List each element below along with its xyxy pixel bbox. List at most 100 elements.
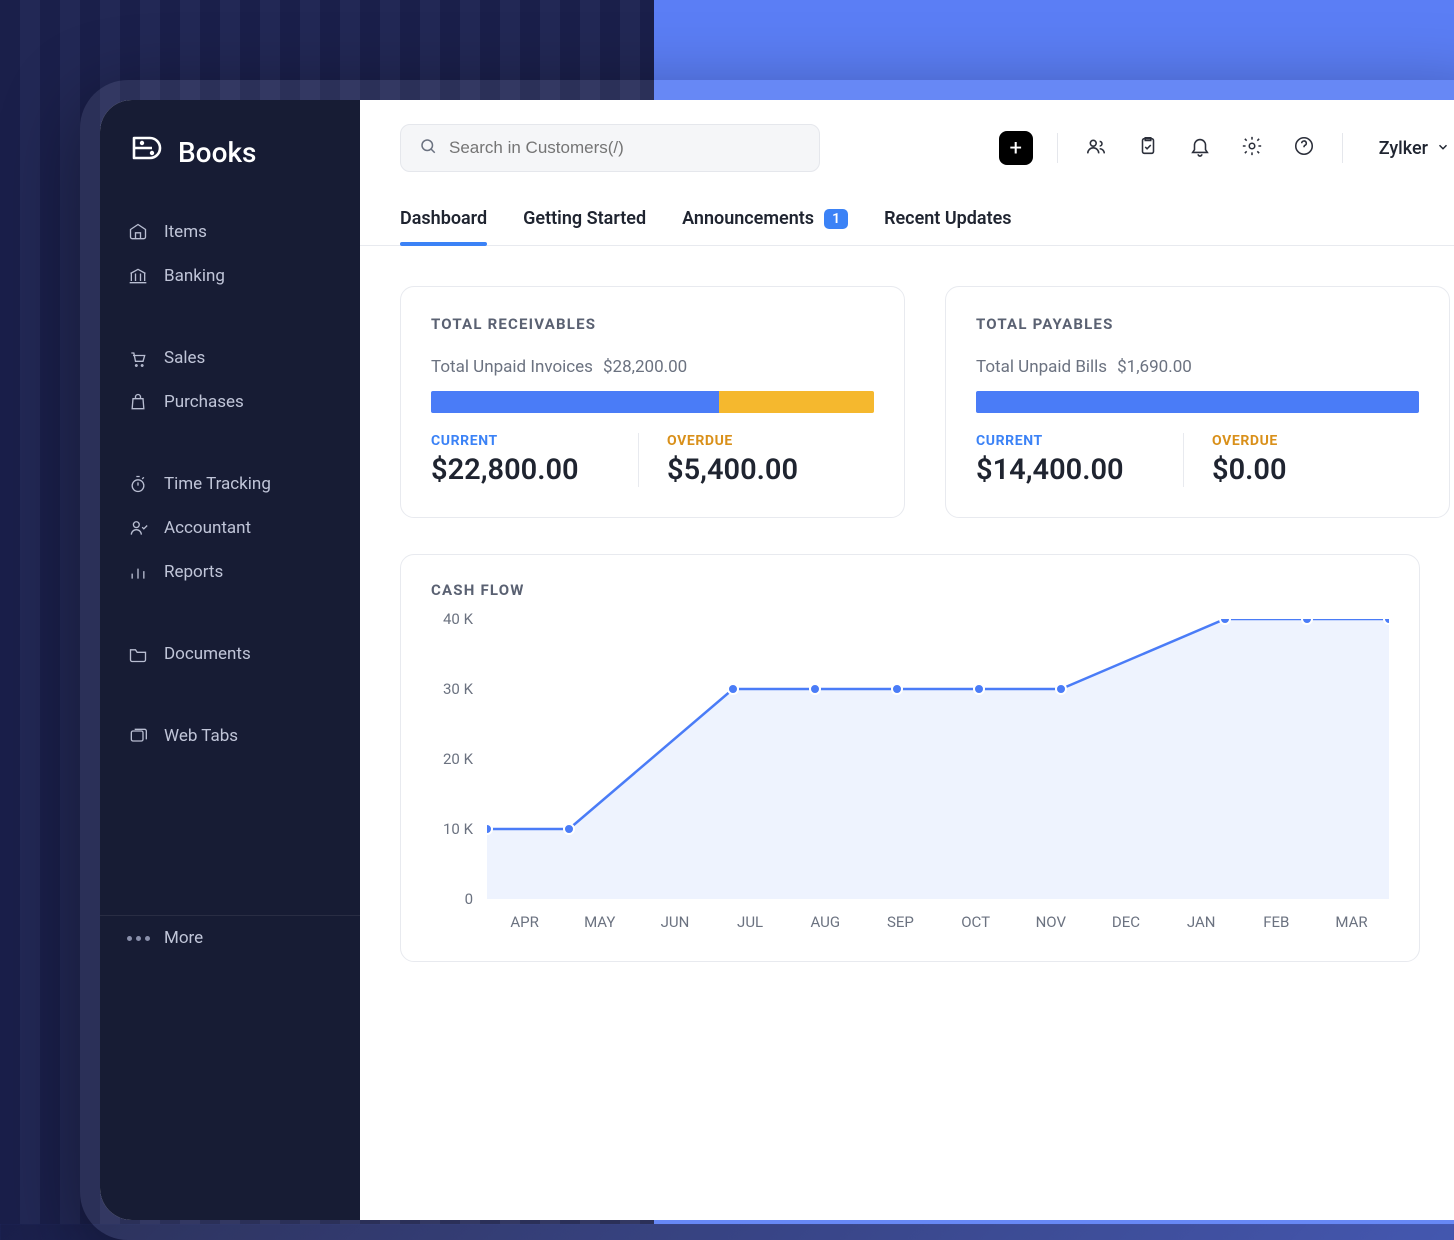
sidebar-item-accountant[interactable]: Accountant [100,506,360,550]
x-tick-label: NOV [1013,913,1088,931]
nav-divider [100,604,360,622]
payables-split: CURRENT $14,400.00 OVERDUE $0.00 [976,433,1419,487]
nav-divider [100,308,360,326]
chevron-down-icon [1436,138,1450,159]
sidebar-item-web-tabs[interactable]: Web Tabs [100,714,360,758]
sidebar-item-label: Items [164,222,207,242]
sidebar-item-sales[interactable]: Sales [100,336,360,380]
main-area: + Zylker [360,100,1454,1220]
tasks-button[interactable] [1134,134,1162,162]
x-axis-labels: APRMAYJUNJULAUGSEPOCTNOVDECJANFEBMAR [487,913,1389,931]
app-screen: Books Items Banking Sales [100,100,1454,1220]
tabs-icon [128,726,148,746]
summary-cards-row: TOTAL RECEIVABLES Total Unpaid Invoices … [400,286,1450,518]
x-tick-label: DEC [1088,913,1163,931]
tab-announcements[interactable]: Announcements 1 [682,198,848,245]
books-logo-icon [128,132,164,172]
tag-icon [128,222,148,242]
stopwatch-icon [128,474,148,494]
topbar: + Zylker [360,100,1454,192]
sidebar-item-label: More [164,928,203,948]
sidebar-item-label: Time Tracking [164,474,271,494]
current-label: CURRENT [431,433,618,449]
nav-group-3: Time Tracking Accountant Reports [100,452,360,604]
card-cash-flow: CASH FLOW 010 K20 K30 K40 K APRMAYJUNJUL… [400,554,1420,962]
announcements-badge: 1 [824,209,848,229]
tab-recent-updates[interactable]: Recent Updates [884,198,1012,245]
card-subtitle: Total Unpaid Invoices $28,200.00 [431,357,874,377]
app-name: Books [178,136,256,169]
receivables-progress [431,391,874,413]
sidebar-item-banking[interactable]: Banking [100,254,360,298]
nav-group-4: Documents [100,622,360,686]
org-name: Zylker [1379,138,1428,159]
tab-dashboard[interactable]: Dashboard [400,198,487,245]
current-value: $14,400.00 [976,453,1163,487]
sidebar-item-items[interactable]: Items [100,210,360,254]
tab-getting-started[interactable]: Getting Started [523,198,646,245]
current-label: CURRENT [976,433,1163,449]
subtitle-label: Total Unpaid Invoices [431,357,593,377]
gear-icon [1241,135,1263,161]
chart-area [487,619,1389,899]
divider [1057,133,1058,163]
x-tick-label: OCT [938,913,1013,931]
sidebar-item-label: Banking [164,266,225,286]
current-value: $22,800.00 [431,453,618,487]
x-tick-label: SEP [863,913,938,931]
nav-divider [100,434,360,452]
sidebar-item-more[interactable]: More [100,916,360,960]
nav-group-2: Sales Purchases [100,326,360,434]
sidebar-item-documents[interactable]: Documents [100,632,360,676]
payables-overdue: OVERDUE $0.00 [1183,433,1419,487]
sidebar-item-label: Documents [164,644,251,664]
search-icon [419,137,437,159]
nav-group-1: Items Banking [100,200,360,308]
subtitle-value: $1,690.00 [1117,357,1192,377]
x-tick-label: JAN [1164,913,1239,931]
card-total-receivables: TOTAL RECEIVABLES Total Unpaid Invoices … [400,286,905,518]
settings-button[interactable] [1238,134,1266,162]
overdue-value: $5,400.00 [667,453,854,487]
dashboard-content: TOTAL RECEIVABLES Total Unpaid Invoices … [360,246,1454,962]
y-tick-label: 40 K [443,610,473,628]
search-input[interactable] [449,138,801,158]
search-box[interactable] [400,124,820,172]
sidebar-item-label: Reports [164,562,223,582]
payables-progress [976,391,1419,413]
x-tick-label: FEB [1239,913,1314,931]
quick-add-button[interactable]: + [999,131,1033,165]
overdue-value: $0.00 [1212,453,1399,487]
tabs: Dashboard Getting Started Announcements … [360,192,1454,246]
receivables-current: CURRENT $22,800.00 [431,433,638,487]
plus-icon: + [1010,136,1022,161]
y-tick-label: 0 [465,890,473,908]
y-tick-label: 20 K [443,750,473,768]
overdue-label: OVERDUE [1212,433,1399,449]
nav-divider [100,686,360,704]
org-switcher[interactable]: Zylker [1367,138,1450,159]
help-button[interactable] [1290,134,1318,162]
x-tick-label: JUN [637,913,712,931]
x-tick-label: MAR [1314,913,1389,931]
bell-icon [1189,135,1211,161]
more-dots-icon [128,928,148,948]
app-logo[interactable]: Books [100,132,360,200]
receivables-overdue: OVERDUE $5,400.00 [638,433,874,487]
progress-overdue [719,391,874,413]
cash-flow-chart: 010 K20 K30 K40 K APRMAYJUNJULAUGSEPOCTN… [431,619,1389,931]
notifications-button[interactable] [1186,134,1214,162]
divider [1342,133,1343,163]
device-frame: Books Items Banking Sales [80,80,1454,1240]
x-tick-label: JUL [713,913,788,931]
sidebar-item-reports[interactable]: Reports [100,550,360,594]
sidebar-item-time-tracking[interactable]: Time Tracking [100,462,360,506]
sidebar-item-purchases[interactable]: Purchases [100,380,360,424]
sidebar: Books Items Banking Sales [100,100,360,1220]
bank-icon [128,266,148,286]
subtitle-value: $28,200.00 [603,357,687,377]
card-total-payables: TOTAL PAYABLES Total Unpaid Bills $1,690… [945,286,1450,518]
payables-current: CURRENT $14,400.00 [976,433,1183,487]
overdue-label: OVERDUE [667,433,854,449]
refer-button[interactable] [1082,134,1110,162]
